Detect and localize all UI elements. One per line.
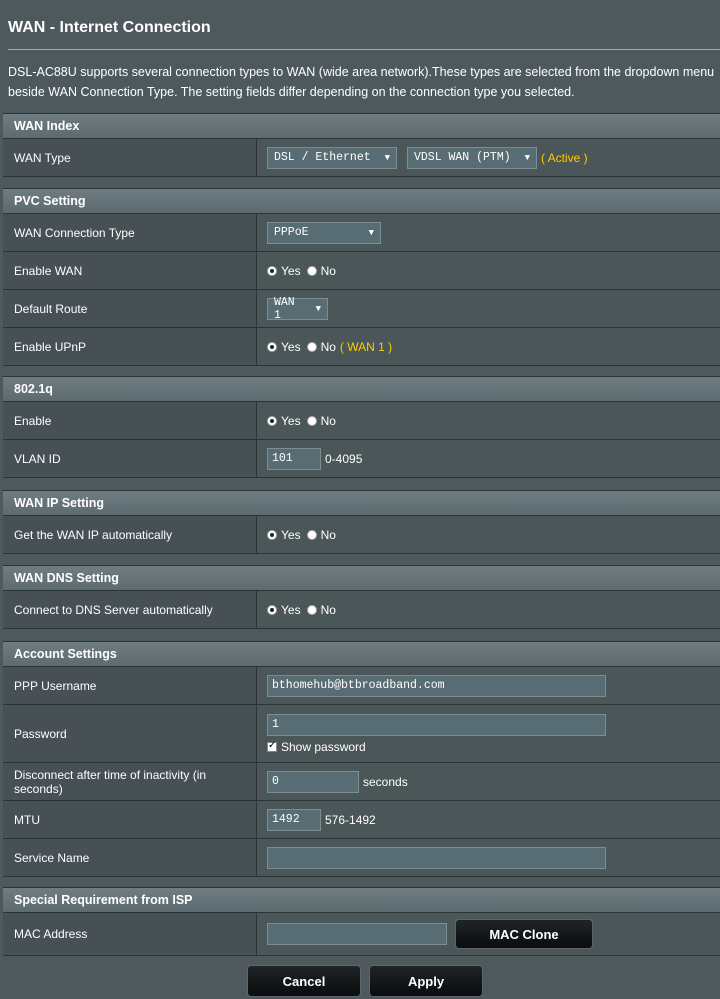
row-ppp-username: PPP Username bthomehub@btbroadband.com [3,667,720,705]
radio-label-no: No [320,339,336,354]
section-isp: Special Requirement from ISP MAC Address… [3,887,720,956]
password-input[interactable]: 1 [267,713,606,736]
cancel-button[interactable]: Cancel [247,965,361,997]
row-vlan-id: VLAN ID 101 0-4095 [3,440,720,478]
wan-mode-select[interactable]: VDSL WAN (PTM) ▼ [407,146,537,169]
section-heading: Special Requirement from ISP [3,888,720,913]
dns-auto-label: Connect to DNS Server automatically [3,591,257,628]
chevron-down-icon: ▼ [384,152,390,163]
row-mtu: MTU 1492 576-1492 [3,801,720,839]
row-default-route: Default Route WAN 1 ▼ [3,290,720,328]
row-idle-timeout: Disconnect after time of inactivity (in … [3,763,720,801]
mac-address-input[interactable] [267,923,447,945]
wan-connection-type-select[interactable]: PPPoE ▼ [267,221,381,244]
row-password: Password 1 Show password [3,705,720,763]
radio-label-yes: Yes [281,263,301,278]
section-heading: PVC Setting [3,189,720,214]
upnp-yes-radio[interactable] [267,341,277,352]
row-vlan-enable: Enable Yes No [3,402,720,440]
enable-wan-yes-radio[interactable] [267,265,277,276]
section-heading: WAN IP Setting [3,491,720,516]
radio-label-no: No [320,527,336,542]
radio-label-no: No [320,413,336,428]
enable-wan-no-radio[interactable] [306,265,317,276]
idle-timeout-unit: seconds [363,774,408,789]
password-label: Password [3,705,257,762]
upnp-no-radio[interactable] [306,341,317,352]
mac-address-label: MAC Address [3,913,257,955]
wan-ip-auto-no-radio[interactable] [306,529,317,540]
upnp-hint: ( WAN 1 ) [339,339,393,354]
show-password-label: Show password [281,739,366,754]
section-heading: Account Settings [3,642,720,667]
row-wan-ip-auto: Get the WAN IP automatically Yes No [3,516,720,554]
idle-timeout-label: Disconnect after time of inactivity (in … [3,763,257,800]
chevron-down-icon: ▼ [368,227,374,238]
chevron-down-icon: ▼ [315,303,321,314]
default-route-select[interactable]: WAN 1 ▼ [267,295,328,322]
title-divider [8,49,720,50]
wan-type-selected: DSL / Ethernet [274,151,371,164]
section-wan-index: WAN Index WAN Type DSL / Ethernet ▼ VDSL… [3,113,720,177]
show-password-checkbox[interactable] [267,740,277,752]
wan-ip-auto-yes-radio[interactable] [267,529,277,540]
enable-upnp-label: Enable UPnP [3,328,257,365]
section-heading: WAN DNS Setting [3,566,720,591]
wan-ip-auto-label: Get the WAN IP automatically [3,516,257,553]
ppp-username-input[interactable]: bthomehub@btbroadband.com [267,674,606,697]
vlan-id-range: 0-4095 [325,451,363,466]
radio-label-no: No [320,263,336,278]
vlan-enable-yes-radio[interactable] [267,415,277,426]
wan-type-select[interactable]: DSL / Ethernet ▼ [267,146,397,169]
section-pvc: PVC Setting WAN Connection Type PPPoE ▼ … [3,188,720,366]
row-mac-address: MAC Address MAC Clone [3,913,720,956]
section-wan-ip: WAN IP Setting Get the WAN IP automatica… [3,490,720,554]
wan-mode-selected: VDSL WAN (PTM) [414,151,511,164]
row-wan-type: WAN Type DSL / Ethernet ▼ VDSL WAN (PTM)… [3,139,720,177]
mtu-input[interactable]: 1492 [267,808,321,831]
section-account: Account Settings PPP Username bthomehub@… [3,641,720,877]
row-enable-wan: Enable WAN Yes No [3,252,720,290]
row-enable-upnp: Enable UPnP Yes No ( WAN 1 ) [3,328,720,366]
row-dns-auto: Connect to DNS Server automatically Yes … [3,591,720,629]
row-service-name: Service Name [3,839,720,877]
default-route-label: Default Route [3,290,257,327]
dns-auto-yes-radio[interactable] [267,604,277,615]
radio-label-yes: Yes [281,602,301,617]
mac-clone-button[interactable]: MAC Clone [455,919,593,949]
wan-connection-type-label: WAN Connection Type [3,214,257,251]
section-heading: WAN Index [3,114,720,139]
vlan-id-input[interactable]: 101 [267,447,321,470]
wan-type-label: WAN Type [3,139,257,176]
radio-label-yes: Yes [281,527,301,542]
dns-auto-no-radio[interactable] [306,604,317,615]
row-wan-connection-type: WAN Connection Type PPPoE ▼ [3,214,720,252]
vlan-enable-no-radio[interactable] [306,415,317,426]
page-description: DSL-AC88U supports several connection ty… [8,65,715,99]
apply-button[interactable]: Apply [369,965,483,997]
default-route-selected: WAN 1 [274,295,295,322]
wan-status: ( Active ) [541,150,588,165]
section-wan-dns: WAN DNS Setting Connect to DNS Server au… [3,565,720,629]
wan-connection-type-selected: PPPoE [274,226,309,239]
enable-wan-label: Enable WAN [3,252,257,289]
service-name-input[interactable] [267,846,606,869]
ppp-username-label: PPP Username [3,667,257,704]
mtu-label: MTU [3,801,257,838]
vlan-id-label: VLAN ID [3,440,257,477]
service-name-label: Service Name [3,839,257,876]
chevron-down-icon: ▼ [524,152,530,163]
radio-label-yes: Yes [281,339,301,354]
section-8021q: 802.1q Enable Yes No VLAN ID 101 0-4095 [3,376,720,478]
section-heading: 802.1q [3,377,720,402]
vlan-enable-label: Enable [3,402,257,439]
radio-label-no: No [320,602,336,617]
idle-timeout-input[interactable]: 0 [267,770,359,793]
page-title: WAN - Internet Connection [8,19,211,36]
mtu-range: 576-1492 [325,812,376,827]
radio-label-yes: Yes [281,413,301,428]
